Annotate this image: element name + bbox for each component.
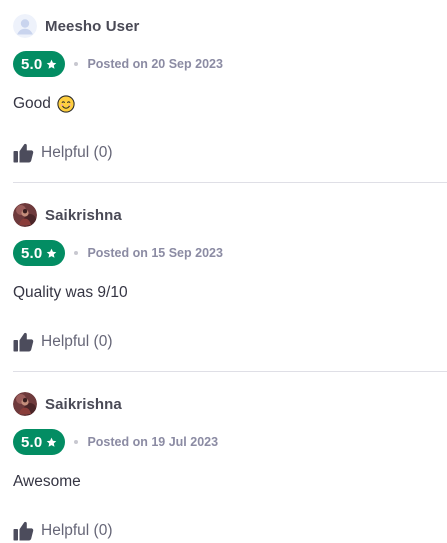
helpful-label: Helpful (0)	[41, 522, 113, 539]
rating-badge: 5.0	[13, 51, 66, 77]
review-divider	[13, 182, 447, 183]
review-author: Saikrishna	[13, 392, 122, 416]
posted-date: Posted on 19 Jul 2023	[87, 435, 219, 449]
helpful-button[interactable]: Helpful (0)	[13, 519, 113, 543]
separator-dot	[74, 62, 79, 66]
posted-date: Posted on 15 Sep 2023	[87, 246, 223, 260]
helpful-label: Helpful (0)	[41, 144, 113, 161]
review-meta: 5.0 Posted on 15 Sep 2023	[13, 240, 223, 266]
star-icon	[47, 248, 57, 258]
review-author-name: Meesho User	[45, 17, 140, 35]
default-user-icon	[13, 14, 37, 38]
helpful-label: Helpful (0)	[41, 333, 113, 350]
rating-value: 5.0	[21, 55, 43, 73]
review-author: Meesho User	[13, 14, 139, 38]
helpful-button[interactable]: Helpful (0)	[13, 330, 113, 354]
profile-photo	[13, 392, 37, 416]
rating-value: 5.0	[21, 433, 43, 451]
review-text: Quality was 9/10	[13, 281, 128, 305]
star-icon	[47, 59, 57, 69]
review-author-name: Saikrishna	[45, 206, 122, 224]
rating-value: 5.0	[21, 244, 43, 262]
thumbs-up-icon	[13, 332, 34, 352]
review-author-name: Saikrishna	[45, 395, 122, 413]
review-author: Saikrishna	[13, 203, 122, 227]
review-text-content: Good	[13, 95, 51, 112]
profile-photo	[13, 203, 37, 227]
review-divider	[13, 371, 447, 372]
thumbs-up-icon	[13, 143, 34, 163]
separator-dot	[74, 440, 79, 444]
thumbs-up-icon	[13, 521, 34, 541]
review-text: Awesome	[13, 470, 81, 494]
review-text: Good	[13, 92, 75, 116]
posted-date: Posted on 20 Sep 2023	[87, 57, 223, 71]
smiling-face-icon	[57, 95, 75, 113]
separator-dot	[74, 251, 79, 255]
rating-badge: 5.0	[13, 429, 66, 455]
review-text-content: Awesome	[13, 473, 81, 490]
review-meta: 5.0 Posted on 20 Sep 2023	[13, 51, 223, 77]
rating-badge: 5.0	[13, 240, 66, 266]
helpful-button[interactable]: Helpful (0)	[13, 141, 113, 165]
review-meta: 5.0 Posted on 19 Jul 2023	[13, 429, 218, 455]
review-text-content: Quality was 9/10	[13, 284, 128, 301]
star-icon	[47, 437, 57, 447]
